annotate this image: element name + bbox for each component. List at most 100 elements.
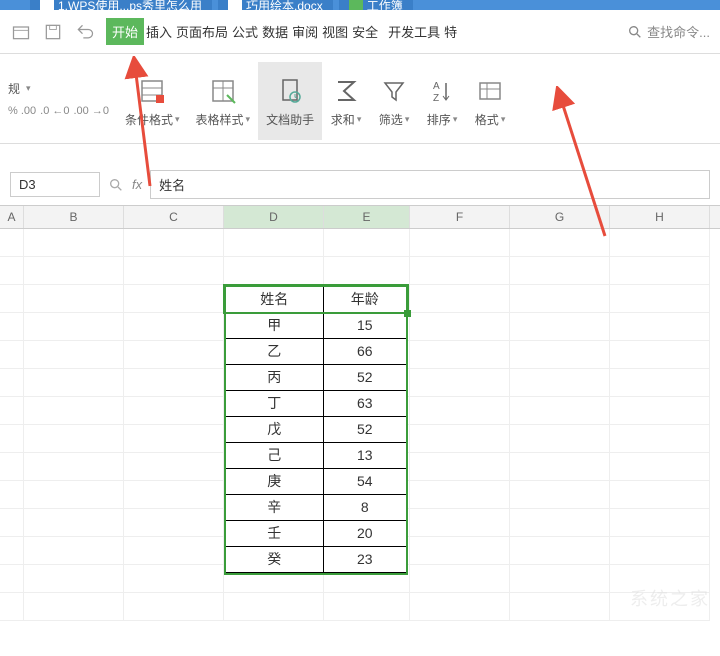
cell[interactable] bbox=[124, 537, 224, 565]
table-cell[interactable]: 52 bbox=[323, 416, 407, 442]
menu-tab-start[interactable]: 开始 bbox=[106, 18, 144, 45]
cell[interactable] bbox=[24, 509, 124, 537]
cell[interactable] bbox=[610, 313, 710, 341]
cell[interactable] bbox=[510, 397, 610, 425]
cell[interactable] bbox=[0, 313, 24, 341]
chevron-down-icon[interactable]: ▾ bbox=[26, 83, 31, 94]
cell[interactable] bbox=[410, 229, 510, 257]
cell[interactable] bbox=[0, 285, 24, 313]
cell[interactable] bbox=[24, 565, 124, 593]
table-cell[interactable]: 丙 bbox=[225, 364, 323, 390]
cell[interactable] bbox=[510, 313, 610, 341]
cell[interactable] bbox=[0, 341, 24, 369]
table-cell[interactable]: 己 bbox=[225, 442, 323, 468]
col-header-G[interactable]: G bbox=[510, 206, 610, 228]
cell[interactable] bbox=[510, 425, 610, 453]
cell[interactable] bbox=[410, 285, 510, 313]
cell[interactable] bbox=[0, 481, 24, 509]
cell[interactable] bbox=[610, 229, 710, 257]
cell[interactable] bbox=[410, 313, 510, 341]
cell[interactable] bbox=[124, 257, 224, 285]
cell[interactable] bbox=[124, 285, 224, 313]
col-header-B[interactable]: B bbox=[24, 206, 124, 228]
cell[interactable] bbox=[24, 229, 124, 257]
cell[interactable] bbox=[24, 453, 124, 481]
cell[interactable] bbox=[410, 397, 510, 425]
dec-inc-btn[interactable]: .00 →0 bbox=[74, 105, 109, 117]
menu-tab-extra[interactable]: 特 bbox=[442, 18, 459, 45]
table-cell[interactable]: 8 bbox=[323, 494, 407, 520]
table-row[interactable]: 丙52 bbox=[225, 364, 407, 390]
menu-tab-layout[interactable]: 页面布局 bbox=[174, 18, 230, 45]
menu-tab-data[interactable]: 数据 bbox=[260, 18, 290, 45]
cell[interactable] bbox=[24, 425, 124, 453]
cell[interactable] bbox=[410, 341, 510, 369]
undo-icon[interactable] bbox=[74, 22, 96, 42]
table-row[interactable]: 丁63 bbox=[225, 390, 407, 416]
table-row[interactable]: 己13 bbox=[225, 442, 407, 468]
table-cell[interactable]: 23 bbox=[323, 546, 407, 572]
table-cell[interactable]: 辛 bbox=[225, 494, 323, 520]
cell[interactable] bbox=[510, 285, 610, 313]
table-cell[interactable]: 52 bbox=[323, 364, 407, 390]
ribbon-sum-button[interactable]: 求和▾ bbox=[322, 62, 370, 140]
cell[interactable] bbox=[410, 369, 510, 397]
table-cell[interactable]: 66 bbox=[323, 338, 407, 364]
cell[interactable] bbox=[410, 565, 510, 593]
cell[interactable] bbox=[124, 397, 224, 425]
cell[interactable] bbox=[0, 369, 24, 397]
cell[interactable] bbox=[410, 509, 510, 537]
ribbon-cond-fmt-button[interactable]: 条件格式▾ bbox=[117, 62, 188, 140]
cell[interactable] bbox=[324, 229, 410, 257]
cell[interactable] bbox=[510, 481, 610, 509]
table-cell[interactable]: 20 bbox=[323, 520, 407, 546]
cell[interactable] bbox=[610, 453, 710, 481]
cell[interactable] bbox=[124, 369, 224, 397]
cell[interactable] bbox=[24, 481, 124, 509]
cell[interactable] bbox=[24, 369, 124, 397]
cell[interactable] bbox=[124, 481, 224, 509]
cell[interactable] bbox=[0, 537, 24, 565]
cell[interactable] bbox=[0, 593, 24, 621]
cell[interactable] bbox=[124, 313, 224, 341]
cell[interactable] bbox=[0, 565, 24, 593]
menu-tab-formula[interactable]: 公式 bbox=[230, 18, 260, 45]
table-row[interactable]: 甲15 bbox=[225, 312, 407, 338]
table-header[interactable]: 姓名 bbox=[225, 286, 323, 312]
cell[interactable] bbox=[24, 537, 124, 565]
menu-tab-insert[interactable]: 插入 bbox=[144, 18, 174, 45]
doc-tab[interactable]: 巧用绘本.docx bbox=[218, 0, 333, 10]
cell[interactable] bbox=[410, 481, 510, 509]
cell[interactable] bbox=[510, 257, 610, 285]
table-row[interactable]: 辛8 bbox=[225, 494, 407, 520]
cell[interactable] bbox=[24, 341, 124, 369]
menu-tab-devtools[interactable]: 开发工具 bbox=[386, 18, 442, 45]
search-icon[interactable] bbox=[108, 177, 124, 193]
col-header-F[interactable]: F bbox=[410, 206, 510, 228]
cell[interactable] bbox=[24, 593, 124, 621]
cell[interactable] bbox=[0, 397, 24, 425]
col-header-C[interactable]: C bbox=[124, 206, 224, 228]
cell[interactable] bbox=[24, 313, 124, 341]
cell[interactable] bbox=[610, 257, 710, 285]
ribbon-filter-button[interactable]: 筛选▾ bbox=[370, 62, 418, 140]
cell[interactable] bbox=[510, 565, 610, 593]
cell[interactable] bbox=[124, 453, 224, 481]
cell[interactable] bbox=[124, 509, 224, 537]
cell[interactable] bbox=[124, 425, 224, 453]
cell[interactable] bbox=[124, 565, 224, 593]
cell[interactable] bbox=[410, 593, 510, 621]
table-cell[interactable]: 54 bbox=[323, 468, 407, 494]
cell[interactable] bbox=[610, 369, 710, 397]
table-row[interactable]: 戊52 bbox=[225, 416, 407, 442]
table-cell[interactable]: 戊 bbox=[225, 416, 323, 442]
table-row[interactable]: 乙66 bbox=[225, 338, 407, 364]
fx-label[interactable]: fx bbox=[132, 177, 142, 193]
table-cell[interactable]: 庚 bbox=[225, 468, 323, 494]
table-cell[interactable]: 甲 bbox=[225, 312, 323, 338]
cell[interactable] bbox=[0, 229, 24, 257]
cell[interactable] bbox=[510, 453, 610, 481]
cell[interactable] bbox=[610, 341, 710, 369]
doc-tab[interactable]: 1.WPS使用...ps秀里怎么用 bbox=[30, 0, 212, 10]
cell[interactable] bbox=[324, 593, 410, 621]
